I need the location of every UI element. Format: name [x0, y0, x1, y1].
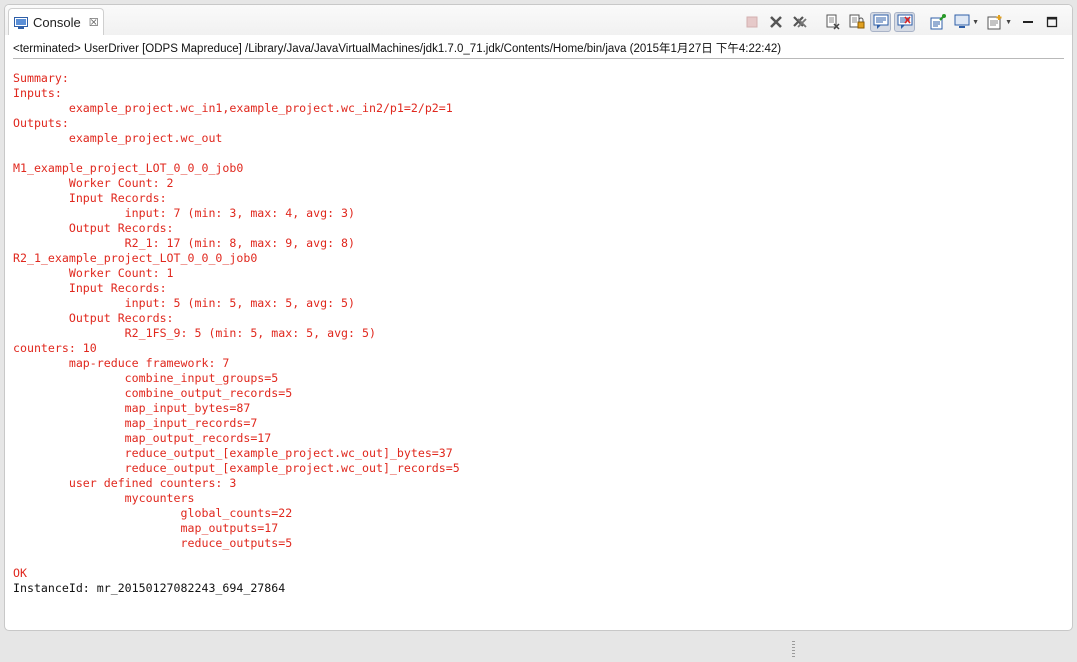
console-view: Console ☒ ▼ ▼ <terminated> UserDriver [O…	[4, 4, 1073, 631]
close-icon[interactable]: ☒	[89, 16, 99, 29]
divider	[13, 58, 1064, 59]
console-toolbar: ▼ ▼	[741, 11, 1062, 33]
console-line: map_output_records=17	[13, 431, 272, 445]
console-line: Inputs:	[13, 86, 62, 100]
console-output[interactable]: Summary: Inputs: example_project.wc_in1,e…	[13, 71, 1064, 596]
console-line: Summary:	[13, 71, 69, 85]
console-line: input: 7 (min: 3, max: 4, avg: 3)	[13, 206, 356, 220]
console-line: map_input_bytes=87	[13, 401, 251, 415]
console-line: map_outputs=17	[13, 521, 279, 535]
chevron-down-icon[interactable]: ▼	[1005, 19, 1012, 26]
view-tab-bar: Console ☒ ▼ ▼	[5, 5, 1072, 35]
tab-console-label: Console	[33, 14, 81, 30]
show-on-stderr-icon[interactable]	[894, 12, 916, 32]
maximize-icon[interactable]	[1041, 12, 1062, 32]
clear-console-icon[interactable]	[822, 12, 843, 32]
console-line: InstanceId: mr_20150127082243_694_27864	[13, 581, 286, 595]
console-line: Input Records:	[13, 281, 167, 295]
minimize-icon[interactable]	[1017, 12, 1038, 32]
console-line: R2_1_example_project_LOT_0_0_0_job0	[13, 251, 258, 265]
console-line: input: 5 (min: 5, max: 5, avg: 5)	[13, 296, 356, 310]
console-line: Worker Count: 2	[13, 176, 174, 190]
console-line: R2_1FS_9: 5 (min: 5, max: 5, avg: 5)	[13, 326, 376, 340]
status-bar	[0, 633, 1077, 662]
console-line: combine_output_records=5	[13, 386, 293, 400]
open-console-icon[interactable]	[984, 12, 1005, 32]
console-line: reduce_output_[example_project.wc_out]_r…	[13, 461, 460, 475]
console-line: counters: 10	[13, 341, 97, 355]
console-line: OK	[13, 566, 27, 580]
console-line: mycounters	[13, 491, 195, 505]
console-line: Outputs:	[13, 116, 69, 130]
console-line: M1_example_project_LOT_0_0_0_job0	[13, 161, 244, 175]
scroll-lock-icon[interactable]	[846, 12, 867, 32]
show-on-stdout-icon[interactable]	[870, 12, 892, 32]
console-line: example_project.wc_out	[13, 131, 223, 145]
remove-launch-icon[interactable]	[765, 12, 786, 32]
console-line: user defined counters: 3	[13, 476, 237, 490]
pin-console-icon[interactable]	[927, 12, 948, 32]
resize-handle[interactable]	[792, 641, 795, 657]
console-line: combine_input_groups=5	[13, 371, 279, 385]
console-line: example_project.wc_in1,example_project.w…	[13, 101, 453, 115]
console-line: Output Records:	[13, 311, 174, 325]
console-line: reduce_output_[example_project.wc_out]_b…	[13, 446, 453, 460]
console-line: Worker Count: 1	[13, 266, 174, 280]
console-line: map_input_records=7	[13, 416, 258, 430]
console-line: reduce_outputs=5	[13, 536, 293, 550]
console-line: Output Records:	[13, 221, 174, 235]
display-selected-console-icon[interactable]	[951, 12, 972, 32]
tab-console[interactable]: Console ☒	[8, 8, 104, 35]
chevron-down-icon[interactable]: ▼	[972, 19, 979, 26]
console-icon	[14, 16, 28, 29]
console-line: global_counts=22	[13, 506, 293, 520]
remove-all-terminated-icon[interactable]	[789, 12, 810, 32]
console-line: map-reduce framework: 7	[13, 356, 230, 370]
console-line: Input Records:	[13, 191, 167, 205]
terminate-icon[interactable]	[741, 12, 762, 32]
process-status-line: <terminated> UserDriver [ODPS Mapreduce]…	[13, 43, 782, 55]
console-line: R2_1: 17 (min: 8, max: 9, avg: 8)	[13, 236, 356, 250]
